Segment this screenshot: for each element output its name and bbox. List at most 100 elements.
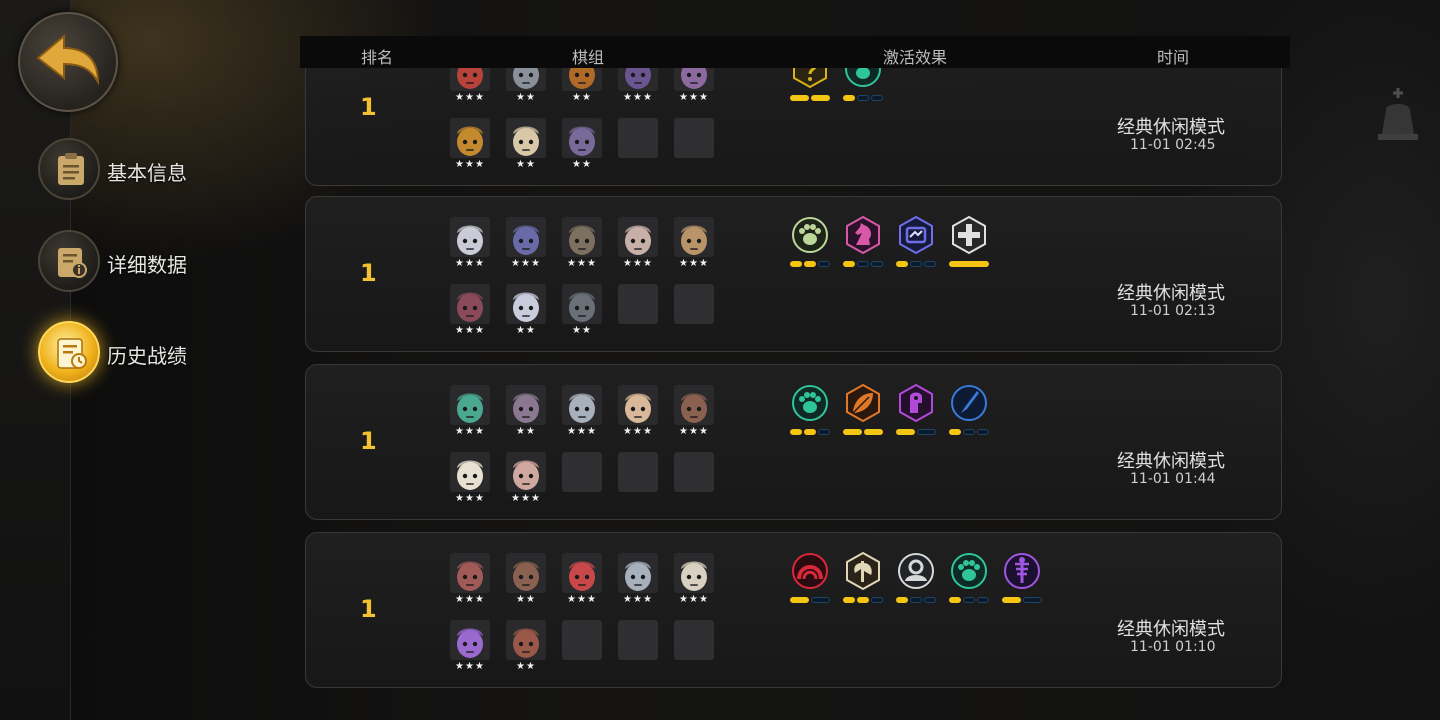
hero-portrait[interactable] [674,68,714,91]
hero-star-level: ★★★ [455,325,485,336]
synergy-segment-inactive [977,429,989,435]
match-card[interactable]: 1 ★★★ ★★ ★★ ★★★ ★★★ ★★★ ★★ ★★ 经典休闲模式 11-… [305,68,1282,186]
hero-portrait[interactable] [618,68,658,91]
synergy-progress [843,429,883,435]
king-chess-icon [1378,88,1418,140]
hero-star-level: ★★★ [455,92,485,103]
synergy-segment-inactive [924,261,936,267]
synergy-segment-active [1002,597,1021,603]
hero-portrait[interactable] [618,217,658,257]
nav-basic-info[interactable]: 基本信息 [38,138,238,200]
paw-icon[interactable] [843,68,883,89]
hero-portrait[interactable] [562,385,602,425]
table-header: 排名 棋组 激活效果 时间 [300,36,1290,68]
hero-portrait[interactable] [674,385,714,425]
hero-star-level: ★★★ [455,493,485,504]
hero-star-level: ★★★ [455,594,485,605]
hero-star-level: ★★★ [623,594,653,605]
hero-portrait[interactable] [562,553,602,593]
hero-star-level: ★★★ [567,426,597,437]
synergy-segment-inactive [857,95,869,101]
synergy-segment-inactive [857,261,869,267]
game-mode-label: 经典休闲模式 [1117,283,1225,304]
synergy-progress [790,429,830,435]
blade-icon[interactable] [949,383,989,423]
synergy-segment-active [843,429,862,435]
leaf-icon[interactable] [843,383,883,423]
match-card[interactable]: 1 ★★★ ★★ ★★★ ★★★ ★★★ ★★★ [305,364,1282,520]
match-card[interactable]: 1 ★★★ ★★★ ★★★ ★★★ ★★★ ★★★ ★★ ★★ 经典休闲模式 1… [305,196,1282,352]
hero-star-level: ★★★ [623,426,653,437]
paw-icon[interactable] [790,383,830,423]
hero-portrait[interactable] [506,385,546,425]
hero-star-level: ★★★ [511,258,541,269]
knight-icon[interactable] [843,215,883,255]
hero-portrait[interactable] [450,118,490,158]
nav-match-history[interactable]: 历史战绩 [38,321,238,383]
synergy-progress [790,95,830,101]
hero-portrait[interactable] [506,68,546,91]
hero-portrait[interactable] [506,118,546,158]
nav-detail-data[interactable]: 详细数据 [38,230,238,292]
synergy-segment-inactive [977,597,989,603]
synergy-segment-active [790,429,802,435]
synergy-segment-inactive [963,429,975,435]
axe-icon[interactable] [843,551,883,591]
hero-portrait[interactable] [506,217,546,257]
empty-slot [618,284,658,324]
machine-icon[interactable] [896,215,936,255]
hero-portrait[interactable] [506,553,546,593]
hero-star-level: ★★★ [455,159,485,170]
hero-portrait[interactable] [450,620,490,660]
empty-slot [618,452,658,492]
hero-portrait[interactable] [562,217,602,257]
hero-star-level: ★★ [516,426,536,437]
synergy-segment-active [790,261,802,267]
question-shield-icon[interactable] [790,68,830,89]
synergy-progress [843,261,883,267]
synergy-segment-inactive [871,597,883,603]
hero-portrait[interactable] [674,217,714,257]
hero-portrait[interactable] [450,284,490,324]
hero-star-level: ★★ [572,159,592,170]
match-time: 11-01 01:10 [1130,639,1216,655]
back-button[interactable] [18,12,118,112]
synergy-segment-active [843,597,855,603]
hero-portrait[interactable] [450,553,490,593]
cross-icon[interactable] [949,215,989,255]
arch-icon[interactable] [790,551,830,591]
hero-portrait[interactable] [562,118,602,158]
synergy-segment-inactive [917,429,936,435]
empty-slot [618,118,658,158]
match-time: 11-01 02:13 [1130,303,1216,319]
hero-portrait[interactable] [562,284,602,324]
empty-slot [674,620,714,660]
synergy-segment-active [896,597,908,603]
header-rank: 排名 [360,48,394,67]
demon-icon[interactable] [896,383,936,423]
head-icon[interactable] [896,551,936,591]
synergy-segment-inactive [818,261,830,267]
hero-portrait[interactable] [618,385,658,425]
synergy-segment-inactive [818,429,830,435]
hero-portrait[interactable] [450,452,490,492]
hero-portrait[interactable] [618,553,658,593]
synergy-progress [896,429,936,435]
hero-star-level: ★★★ [455,258,485,269]
paw-icon[interactable] [949,551,989,591]
synergy-segment-active [811,95,830,101]
hero-portrait[interactable] [562,68,602,91]
hero-portrait[interactable] [506,284,546,324]
hero-portrait[interactable] [450,68,490,91]
hero-portrait[interactable] [450,385,490,425]
hero-portrait[interactable] [506,452,546,492]
hero-portrait[interactable] [450,217,490,257]
match-history-list[interactable]: 1 ★★★ ★★ ★★ ★★★ ★★★ ★★★ ★★ ★★ 经典休闲模式 11-… [305,68,1285,688]
match-card[interactable]: 1 ★★★ ★★ ★★★ ★★★ ★★★ ★★★ [305,532,1282,688]
hero-portrait[interactable] [674,553,714,593]
header-time: 时间 [1156,48,1190,67]
hero-portrait[interactable] [506,620,546,660]
fishbone-icon[interactable] [1002,551,1042,591]
paw-icon[interactable] [790,215,830,255]
clipboard-icon [58,153,84,185]
